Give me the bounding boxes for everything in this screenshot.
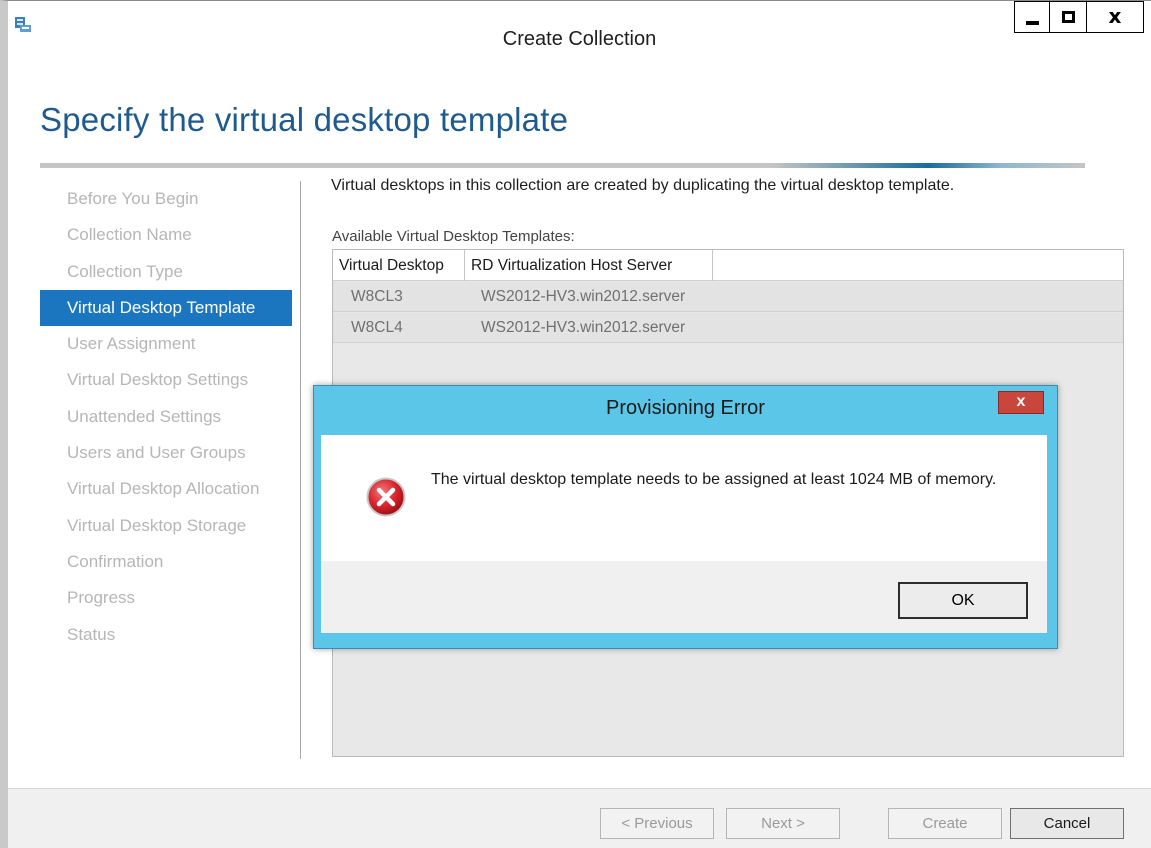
dialog-close-button[interactable]: x [998, 391, 1044, 414]
previous-button[interactable]: < Previous [600, 808, 714, 839]
table-row[interactable]: W8CL4 WS2012-HV3.win2012.server [333, 313, 1123, 343]
table-row[interactable]: W8CL3 WS2012-HV3.win2012.server [333, 282, 1123, 312]
nav-item-before-you-begin[interactable]: Before You Begin [40, 181, 292, 217]
nav-item-progress[interactable]: Progress [40, 580, 292, 616]
create-button[interactable]: Create [888, 808, 1002, 839]
error-icon [366, 477, 406, 517]
close-icon: x [1108, 4, 1122, 28]
page-title: Specify the virtual desktop template [40, 101, 569, 138]
cell-virtual-desktop: W8CL4 [351, 319, 403, 336]
close-icon: x [1016, 393, 1026, 410]
wizard-nav: Before You Begin Collection Name Collect… [40, 181, 292, 653]
table-header: Virtual Desktop RD Virtualization Host S… [333, 250, 1123, 281]
cell-host-server: WS2012-HV3.win2012.server [481, 319, 686, 336]
nav-item-user-assignment[interactable]: User Assignment [40, 326, 292, 362]
minimize-button[interactable] [1014, 1, 1050, 33]
maximize-button[interactable] [1049, 1, 1087, 33]
provisioning-error-dialog: Provisioning Error x The virtual desktop… [313, 385, 1058, 649]
maximize-icon [1062, 11, 1075, 23]
minimize-icon [1026, 21, 1039, 25]
window-title: Create Collection [502, 28, 657, 50]
dialog-body: The virtual desktop template needs to be… [321, 435, 1047, 561]
next-button[interactable]: Next > [726, 808, 840, 839]
ok-button[interactable]: OK [898, 582, 1028, 619]
dialog-title: Provisioning Error [606, 397, 765, 419]
column-header-host-server[interactable]: RD Virtualization Host Server [465, 250, 713, 281]
nav-item-users-and-user-groups[interactable]: Users and User Groups [40, 435, 292, 471]
nav-item-virtual-desktop-storage[interactable]: Virtual Desktop Storage [40, 508, 292, 544]
close-button[interactable]: x [1086, 1, 1144, 33]
cancel-button[interactable]: Cancel [1010, 808, 1124, 839]
nav-item-unattended-settings[interactable]: Unattended Settings [40, 399, 292, 435]
nav-item-virtual-desktop-settings[interactable]: Virtual Desktop Settings [40, 362, 292, 398]
cell-host-server: WS2012-HV3.win2012.server [481, 288, 686, 305]
cell-virtual-desktop: W8CL3 [351, 288, 403, 305]
title-bar[interactable]: Create Collection [8, 1, 1151, 50]
nav-item-confirmation[interactable]: Confirmation [40, 544, 292, 580]
page-description: Virtual desktops in this collection are … [331, 177, 955, 194]
templates-label: Available Virtual Desktop Templates: [332, 228, 575, 245]
nav-item-collection-name[interactable]: Collection Name [40, 217, 292, 253]
dialog-message: The virtual desktop template needs to be… [431, 471, 997, 488]
nav-item-virtual-desktop-allocation[interactable]: Virtual Desktop Allocation [40, 471, 292, 507]
dialog-footer: OK [321, 561, 1047, 633]
nav-item-status[interactable]: Status [40, 617, 292, 653]
nav-item-collection-type[interactable]: Collection Type [40, 254, 292, 290]
nav-divider [300, 181, 301, 759]
title-divider [40, 163, 1085, 168]
nav-item-virtual-desktop-template[interactable]: Virtual Desktop Template [40, 289, 292, 327]
column-header-virtual-desktop[interactable]: Virtual Desktop [333, 250, 465, 281]
